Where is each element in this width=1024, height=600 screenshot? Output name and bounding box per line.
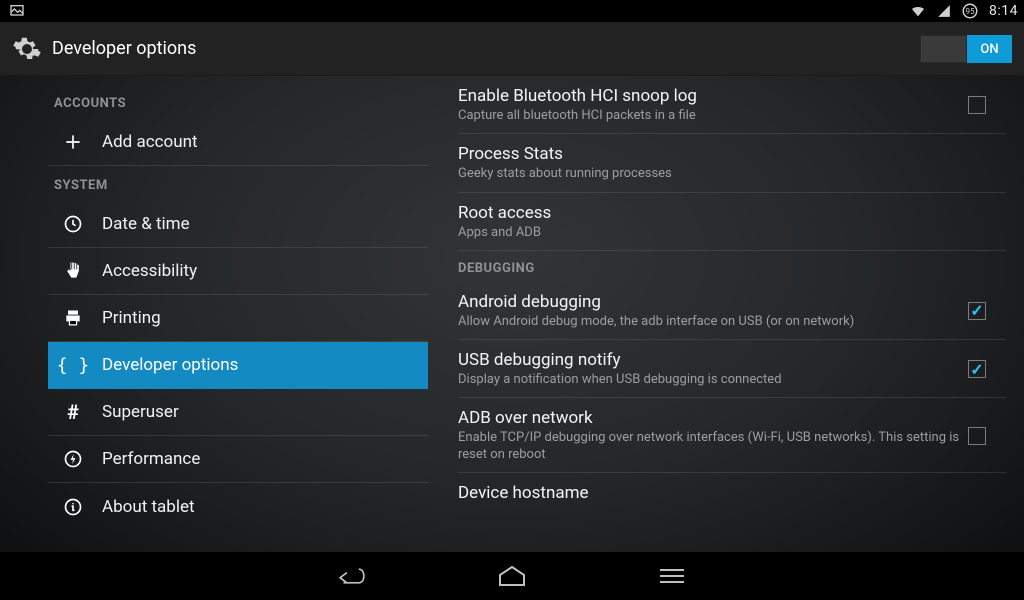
setting-title: Enable Bluetooth HCI snoop log [458, 86, 968, 106]
sidebar-item-label: Accessibility [102, 261, 197, 281]
setting-process-stats[interactable]: Process Stats Geeky stats about running … [458, 134, 1006, 192]
setting-device-hostname[interactable]: Device hostname [458, 473, 1006, 503]
settings-detail-pane[interactable]: Enable Bluetooth HCI snoop log Capture a… [428, 76, 1024, 552]
toggle-off-half[interactable] [920, 35, 967, 63]
sidebar-item-label: Developer options [102, 355, 238, 375]
notification-image-icon [6, 0, 28, 22]
checkbox-usb-debug-notify[interactable] [968, 360, 986, 378]
action-bar: Developer options ON [0, 22, 1024, 76]
setting-android-debugging[interactable]: Android debugging Allow Android debug mo… [458, 282, 1006, 340]
sidebar-item-add-account[interactable]: Add account [48, 119, 428, 166]
sidebar-item-label: Superuser [102, 402, 179, 422]
sidebar-category-system: SYSTEM [48, 166, 428, 201]
settings-gear-icon [10, 32, 44, 66]
sidebar-item-superuser[interactable]: # Superuser [48, 389, 428, 436]
sidebar-item-label: Date & time [102, 214, 190, 234]
setting-subtitle: Display a notification when USB debuggin… [458, 372, 968, 388]
sidebar-item-label: About tablet [102, 497, 195, 517]
sidebar-item-printing[interactable]: Printing [48, 295, 428, 342]
setting-subtitle: Apps and ADB [458, 225, 1006, 241]
bolt-icon [62, 448, 84, 470]
master-toggle[interactable]: ON [920, 35, 1012, 63]
setting-title: Device hostname [458, 483, 1006, 503]
setting-title: Root access [458, 203, 1006, 223]
sidebar-item-label: Performance [102, 449, 200, 469]
setting-title: ADB over network [458, 408, 968, 428]
action-bar-title: Developer options [52, 38, 196, 59]
printer-icon [62, 307, 84, 329]
nav-recent-button[interactable] [652, 560, 692, 592]
status-clock: 8:14 [989, 3, 1018, 19]
setting-subtitle: Enable TCP/IP debugging over network int… [458, 430, 968, 463]
hash-icon: # [62, 401, 84, 423]
sidebar-item-date-time[interactable]: Date & time [48, 201, 428, 248]
sidebar-item-label: Add account [102, 132, 198, 152]
setting-usb-debug-notify[interactable]: USB debugging notify Display a notificat… [458, 340, 1006, 398]
sidebar-item-developer-options[interactable]: { } Developer options [48, 342, 428, 389]
wifi-icon [907, 0, 929, 22]
settings-sidebar: ACCOUNTS Add account SYSTEM Date & time … [0, 76, 428, 552]
braces-icon: { } [62, 354, 84, 376]
nav-home-button[interactable] [492, 560, 532, 592]
info-icon [62, 496, 84, 518]
signal-icon [933, 0, 955, 22]
setting-bt-hci-snoop[interactable]: Enable Bluetooth HCI snoop log Capture a… [458, 76, 1006, 134]
setting-subtitle: Capture all bluetooth HCI packets in a f… [458, 108, 968, 124]
setting-root-access[interactable]: Root access Apps and ADB [458, 193, 1006, 251]
hand-icon [62, 260, 84, 282]
clock-icon [62, 213, 84, 235]
checkbox-bt-hci[interactable] [968, 96, 986, 114]
section-header-debugging: DEBUGGING [458, 251, 1006, 282]
setting-title: Process Stats [458, 144, 1006, 164]
setting-title: Android debugging [458, 292, 968, 312]
battery-percent: 95 [966, 7, 975, 16]
checkbox-adb-network[interactable] [968, 427, 986, 445]
checkbox-android-debugging[interactable] [968, 302, 986, 320]
sidebar-item-accessibility[interactable]: Accessibility [48, 248, 428, 295]
sidebar-item-label: Printing [102, 308, 161, 328]
nav-back-button[interactable] [332, 560, 372, 592]
plus-icon [62, 131, 84, 153]
content-area: ACCOUNTS Add account SYSTEM Date & time … [0, 76, 1024, 552]
setting-title: USB debugging notify [458, 350, 968, 370]
battery-circle-icon: 95 [959, 0, 981, 22]
toggle-on-half[interactable]: ON [967, 35, 1012, 63]
setting-subtitle: Geeky stats about running processes [458, 166, 1006, 182]
sidebar-category-accounts: ACCOUNTS [48, 84, 428, 119]
system-nav-bar [0, 552, 1024, 600]
sidebar-item-performance[interactable]: Performance [48, 436, 428, 483]
setting-subtitle: Allow Android debug mode, the adb interf… [458, 314, 968, 330]
setting-adb-network[interactable]: ADB over network Enable TCP/IP debugging… [458, 398, 1006, 473]
status-bar: 95 8:14 [0, 0, 1024, 22]
sidebar-item-about[interactable]: About tablet [48, 483, 428, 530]
